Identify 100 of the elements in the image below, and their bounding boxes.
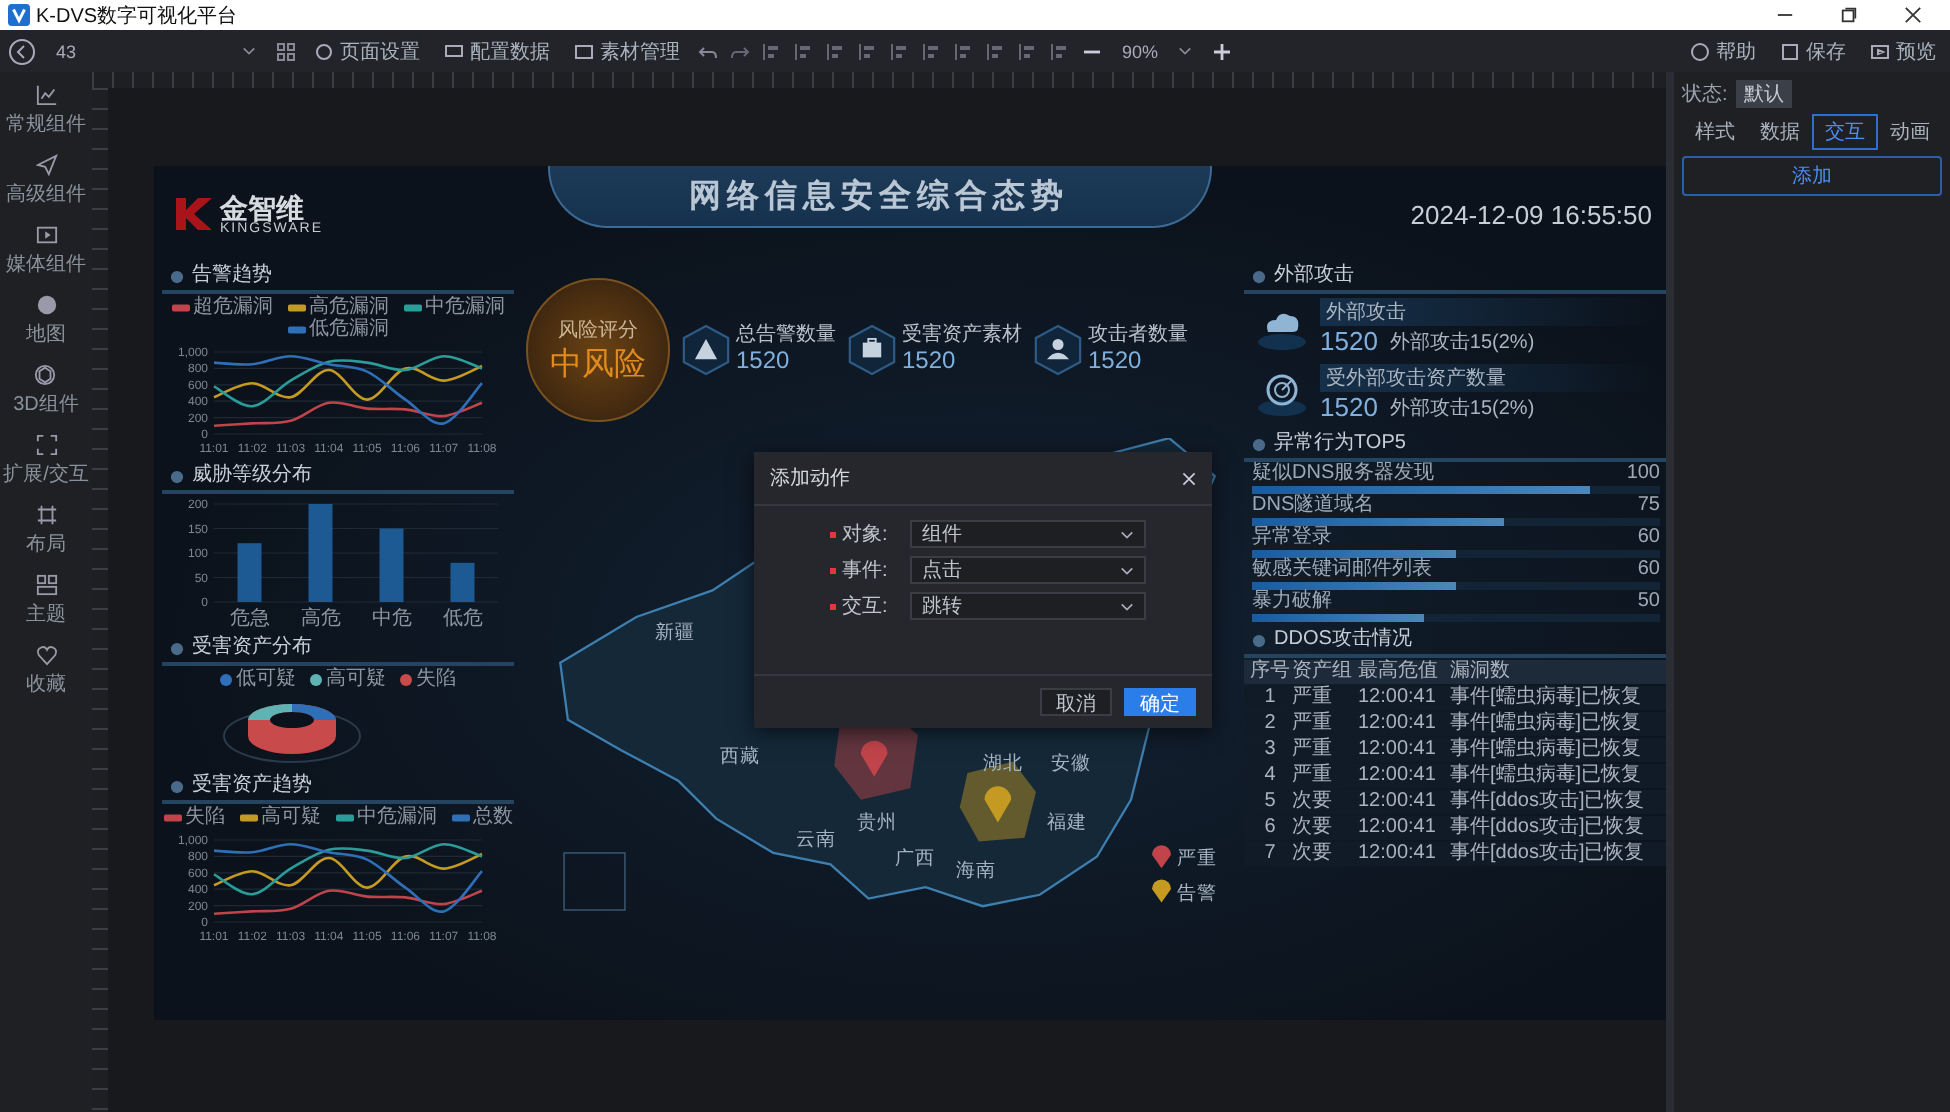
axis-label: 中危: [371, 608, 412, 630]
toolbar-button[interactable]: 保存: [1774, 37, 1852, 65]
align-icon[interactable]: [890, 41, 910, 61]
tab[interactable]: 动画: [1877, 114, 1942, 150]
sidebar-item[interactable]: 常规组件: [6, 80, 86, 142]
cancel-button[interactable]: 取消: [1040, 688, 1112, 716]
column-header: 最高危值: [1358, 660, 1440, 684]
section-title: 外部攻击: [1274, 264, 1354, 288]
bullet-icon: [1252, 437, 1266, 451]
preview-icon: [1870, 41, 1890, 61]
redo-icon[interactable]: [730, 41, 750, 61]
legend-label: 高危漏洞: [309, 296, 389, 318]
datetime: 2024-12-09 16:55:50: [1410, 199, 1652, 229]
bar: [237, 543, 262, 602]
align-icon[interactable]: [826, 41, 846, 61]
table-cell-text: 12:00:41: [1358, 764, 1438, 788]
align-icon[interactable]: [1018, 41, 1038, 61]
table-cell-text: 严重: [1292, 686, 1334, 710]
attack-note: 外部攻击15(2%): [1389, 395, 1535, 421]
table-cell-text: 12:00:41: [1358, 712, 1438, 736]
select-field[interactable]: 组件: [910, 520, 1146, 548]
legend-label: 高可疑: [326, 668, 386, 690]
bullet-icon: [170, 269, 184, 283]
section-title: 受害资产趋势: [192, 774, 312, 798]
bar: [450, 562, 475, 602]
section-title: 异常行为TOP5: [1274, 432, 1406, 456]
select-field[interactable]: 跳转: [910, 592, 1146, 620]
table-cell-text: 4: [1262, 764, 1278, 788]
sidebar-item[interactable]: 布局: [26, 500, 66, 562]
align-icon[interactable]: [986, 41, 1006, 61]
risk-label: 风险评分: [558, 317, 638, 343]
bullet-icon: [1252, 269, 1266, 283]
select-field[interactable]: 点击: [910, 556, 1146, 584]
page-select[interactable]: 43: [48, 41, 264, 61]
sidebar-item[interactable]: 3D组件: [13, 360, 79, 422]
align-icon[interactable]: [1050, 41, 1070, 61]
expand-icon: [35, 434, 57, 456]
state-chip[interactable]: 默认: [1735, 80, 1792, 108]
table-cell-text: 次要: [1292, 816, 1334, 840]
user-icon: [1034, 324, 1082, 376]
field-label: 对象:: [842, 521, 890, 548]
tab[interactable]: 样式: [1682, 114, 1747, 150]
toolbar-button[interactable]: 素材管理: [568, 37, 686, 65]
rank-value: 60: [1637, 558, 1660, 582]
align-icon[interactable]: [858, 41, 878, 61]
table-cell-text: 事件[ddos攻击]已恢复: [1450, 816, 1647, 840]
sidebar-item[interactable]: 扩展/交互: [3, 430, 89, 492]
table-cell-text: 严重: [1292, 738, 1334, 762]
attack-value: 1520: [1320, 326, 1378, 356]
legend-label: 低危漏洞: [309, 318, 389, 340]
tab[interactable]: 交互: [1812, 114, 1877, 150]
radar-icon: [1256, 369, 1308, 417]
sidebar-item[interactable]: 高级组件: [6, 150, 86, 212]
stat-value: 1520: [902, 347, 958, 376]
align-icon[interactable]: [954, 41, 974, 61]
toolbar-button[interactable]: 帮助: [1684, 37, 1762, 65]
toolbar-button[interactable]: 预览: [1864, 37, 1942, 65]
stat-value: 1520: [736, 347, 792, 376]
zoom-select[interactable]: 90%: [1114, 41, 1201, 61]
align-icon[interactable]: [922, 41, 942, 61]
confirm-button[interactable]: 确定: [1124, 688, 1196, 716]
table-cell-text: 5: [1262, 790, 1278, 814]
toolbar-button[interactable]: 配置数据: [438, 37, 556, 65]
zoom-in-icon[interactable]: [1212, 41, 1233, 61]
rank-label: 暴力破解: [1252, 590, 1332, 614]
rank-value: 100: [1626, 462, 1660, 486]
align-icon[interactable]: [794, 41, 814, 61]
undo-icon[interactable]: [698, 41, 718, 61]
table-cell-text: 事件[蠕虫病毒]已恢复: [1450, 686, 1644, 710]
table-cell-text: 次要: [1292, 842, 1334, 866]
add-button[interactable]: 添加: [1682, 156, 1942, 196]
risk-value: 中风险: [550, 345, 646, 385]
axis-label: 危急: [229, 608, 270, 630]
maximize-icon[interactable]: [1840, 6, 1858, 24]
section-title: 告警趋势: [192, 264, 272, 288]
tab[interactable]: 数据: [1747, 114, 1812, 150]
table-cell-text: 2: [1262, 712, 1278, 736]
map-label: 广西: [895, 848, 936, 871]
back-icon[interactable]: [8, 37, 36, 65]
sidebar-item[interactable]: 地图: [26, 290, 66, 352]
bar: [379, 528, 404, 602]
table-cell-text: 严重: [1292, 764, 1334, 788]
toolbar-button[interactable]: 页面设置: [308, 37, 426, 65]
section-title: 威胁等级分布: [192, 464, 312, 488]
table-cell-text: 12:00:41: [1358, 686, 1438, 710]
dialog-title: 添加动作: [770, 465, 850, 492]
section-title: DDOS攻击情况: [1274, 628, 1412, 652]
caret-icon: [242, 46, 256, 56]
map-label: 贵州: [857, 812, 898, 835]
sidebar-item[interactable]: 媒体组件: [6, 220, 86, 282]
align-icon[interactable]: [762, 41, 782, 61]
sidebar-item[interactable]: 主题: [26, 570, 66, 632]
table-cell-text: 3: [1262, 738, 1278, 762]
sidebar-item[interactable]: 收藏: [26, 640, 66, 702]
caret-icon: [1178, 46, 1193, 56]
close-icon[interactable]: [1904, 6, 1922, 24]
send-icon: [35, 154, 57, 176]
column-header: 漏洞数: [1450, 660, 1512, 684]
video-icon: [35, 224, 57, 246]
grid-icon[interactable]: [276, 41, 296, 61]
